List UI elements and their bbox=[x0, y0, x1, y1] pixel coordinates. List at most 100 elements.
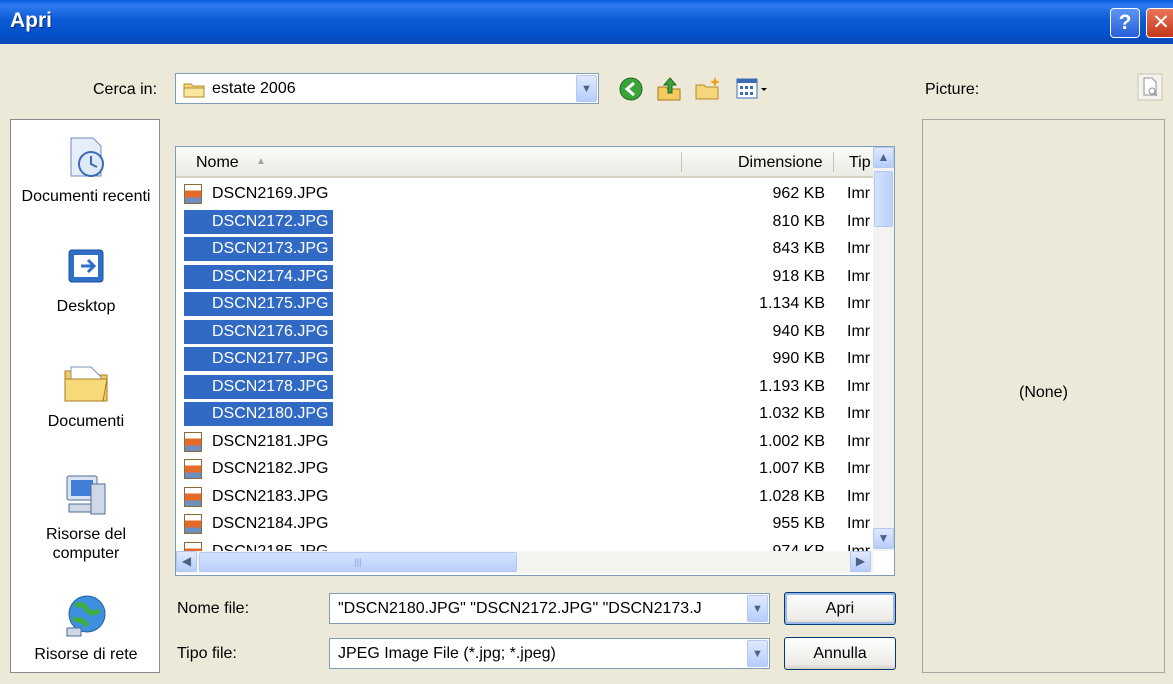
file-name: DSCN2184.JPG bbox=[212, 515, 329, 532]
file-name: DSCN2175.JPG bbox=[184, 292, 333, 316]
column-type[interactable]: Tip bbox=[849, 154, 871, 172]
preview-panel: (None) bbox=[922, 119, 1165, 673]
scroll-down-button[interactable]: ▼ bbox=[873, 528, 894, 549]
place-label: Documenti bbox=[47, 413, 125, 430]
file-row[interactable]: DSCN2184.JPG 955 KB Imr bbox=[176, 510, 873, 538]
file-row[interactable]: DSCN2175.JPG 1.134 KB Imr bbox=[176, 290, 873, 318]
vertical-scroll-thumb[interactable] bbox=[874, 171, 893, 227]
file-row[interactable]: DSCN2172.JPG 810 KB Imr bbox=[176, 208, 873, 236]
close-button[interactable]: ✕ bbox=[1146, 8, 1173, 38]
file-row[interactable]: DSCN2173.JPG 843 KB Imr bbox=[176, 235, 873, 263]
file-size: 843 KB bbox=[772, 240, 825, 257]
file-type: Imr bbox=[847, 460, 871, 477]
file-name: DSCN2169.JPG bbox=[212, 185, 329, 202]
file-list-header: Nome ▲ Dimensione Tip bbox=[176, 147, 873, 178]
scroll-up-button[interactable]: ▲ bbox=[873, 147, 894, 168]
file-name: DSCN2177.JPG bbox=[184, 347, 333, 371]
recent-documents-icon bbox=[70, 137, 104, 177]
file-row[interactable]: DSCN2178.JPG 1.193 KB Imr bbox=[176, 373, 873, 401]
file-type: Imr bbox=[847, 432, 871, 450]
chevron-down-icon[interactable]: ▼ bbox=[747, 595, 768, 622]
place-label: Documenti recenti bbox=[21, 188, 151, 205]
place-recent-documents[interactable]: Documenti recenti bbox=[11, 132, 161, 206]
file-size: 810 KB bbox=[772, 212, 825, 230]
my-documents-icon bbox=[64, 366, 108, 402]
scroll-right-button[interactable]: ▶ bbox=[850, 551, 871, 572]
file-size: 1.134 KB bbox=[759, 295, 825, 312]
place-network[interactable]: Risorse di rete bbox=[11, 590, 161, 664]
filename-combobox[interactable]: "DSCN2180.JPG" "DSCN2172.JPG" "DSCN2173.… bbox=[329, 593, 770, 624]
preview-none-text: (None) bbox=[1019, 384, 1068, 401]
file-rows: DSCN2169.JPG 962 KB Imr DSCN2172.JPG 810 KB I… bbox=[176, 180, 873, 565]
lookin-label: Cerca in: bbox=[93, 81, 158, 98]
new-folder-icon[interactable] bbox=[693, 75, 723, 103]
file-row[interactable]: DSCN2174.JPG 918 KB Imr bbox=[176, 263, 873, 291]
column-size[interactable]: Dimensione bbox=[738, 154, 822, 172]
file-size: 940 KB bbox=[772, 322, 825, 340]
file-size: 1.193 KB bbox=[759, 377, 825, 395]
filename-label: Nome file: bbox=[177, 600, 250, 617]
preview-toggle-icon[interactable] bbox=[1137, 73, 1163, 101]
desktop-icon bbox=[68, 249, 104, 283]
lookin-value: estate 2006 bbox=[212, 80, 296, 97]
file-name: DSCN2178.JPG bbox=[184, 374, 333, 399]
place-desktop[interactable]: Desktop bbox=[11, 242, 161, 316]
file-name: DSCN2182.JPG bbox=[212, 460, 329, 477]
file-name: DSCN2176.JPG bbox=[184, 319, 333, 344]
chevron-down-icon[interactable]: ▼ bbox=[576, 75, 597, 102]
file-row[interactable]: DSCN2182.JPG 1.007 KB Imr bbox=[176, 455, 873, 483]
sort-ascending-icon: ▲ bbox=[256, 156, 266, 167]
folder-icon bbox=[183, 83, 205, 98]
file-size: 962 KB bbox=[772, 185, 825, 202]
horizontal-scroll-thumb[interactable]: ||| bbox=[199, 552, 517, 572]
file-name: DSCN2174.JPG bbox=[184, 264, 333, 289]
column-name[interactable]: Nome bbox=[196, 154, 239, 172]
file-row[interactable]: DSCN2180.JPG 1.032 KB Imr bbox=[176, 400, 873, 428]
help-button[interactable]: ? bbox=[1110, 8, 1140, 38]
file-name: DSCN2183.JPG bbox=[212, 487, 329, 505]
file-type: Imr bbox=[847, 212, 871, 230]
file-size: 1.028 KB bbox=[759, 487, 825, 505]
file-row[interactable]: DSCN2181.JPG 1.002 KB Imr bbox=[176, 428, 873, 456]
file-type: Imr bbox=[847, 185, 871, 202]
window-title: Apri bbox=[10, 9, 52, 32]
vertical-scrollbar[interactable]: ▲ ▼ bbox=[873, 147, 894, 551]
file-row[interactable]: DSCN2177.JPG 990 KB Imr bbox=[176, 345, 873, 373]
place-label: Risorse del computer bbox=[45, 526, 127, 562]
file-list[interactable]: Nome ▲ Dimensione Tip DSCN2169.JPG 962 KB… bbox=[175, 146, 895, 576]
places-bar: Documenti recenti Desktop Documenti Riso… bbox=[10, 119, 160, 673]
place-my-computer[interactable]: Risorse del computer bbox=[11, 470, 161, 563]
file-row[interactable]: DSCN2169.JPG 962 KB Imr bbox=[176, 180, 873, 208]
file-type: Imr bbox=[847, 515, 871, 532]
file-size: 990 KB bbox=[772, 350, 825, 367]
horizontal-scrollbar[interactable]: ◀ ||| ▶ bbox=[176, 551, 873, 573]
filetype-label: Tipo file: bbox=[177, 645, 237, 662]
preview-label: Picture: bbox=[925, 81, 980, 98]
file-type: Imr bbox=[847, 322, 871, 340]
filetype-value: JPEG Image File (*.jpg; *.jpeg) bbox=[338, 645, 556, 662]
my-computer-icon bbox=[66, 475, 106, 515]
file-type: Imr bbox=[847, 295, 871, 312]
file-size: 918 KB bbox=[772, 267, 825, 285]
file-row[interactable]: DSCN2183.JPG 1.028 KB Imr bbox=[176, 483, 873, 511]
file-size: 1.002 KB bbox=[759, 432, 825, 450]
file-name: DSCN2180.JPG bbox=[184, 402, 333, 426]
open-button[interactable]: Apri bbox=[784, 592, 896, 625]
file-name: DSCN2181.JPG bbox=[212, 432, 329, 450]
filename-input[interactable]: "DSCN2180.JPG" "DSCN2172.JPG" "DSCN2173.… bbox=[338, 600, 741, 618]
file-row[interactable]: DSCN2176.JPG 940 KB Imr bbox=[176, 318, 873, 346]
file-name: DSCN2173.JPG bbox=[184, 237, 333, 261]
lookin-combobox[interactable]: estate 2006 ▼ bbox=[175, 73, 599, 104]
title-bar: Apri ? ✕ bbox=[0, 0, 1173, 44]
back-icon[interactable] bbox=[617, 75, 645, 103]
file-name: DSCN2172.JPG bbox=[184, 209, 333, 234]
chevron-down-icon[interactable]: ▼ bbox=[747, 640, 768, 667]
up-folder-icon[interactable] bbox=[655, 75, 683, 103]
scroll-left-button[interactable]: ◀ bbox=[176, 551, 197, 572]
network-places-icon bbox=[66, 595, 106, 637]
file-type: Imr bbox=[847, 487, 871, 505]
place-my-documents[interactable]: Documenti bbox=[11, 357, 161, 431]
filetype-combobox[interactable]: JPEG Image File (*.jpg; *.jpeg) ▼ bbox=[329, 638, 770, 669]
views-menu-icon[interactable] bbox=[735, 75, 775, 103]
cancel-button[interactable]: Annulla bbox=[784, 637, 896, 670]
